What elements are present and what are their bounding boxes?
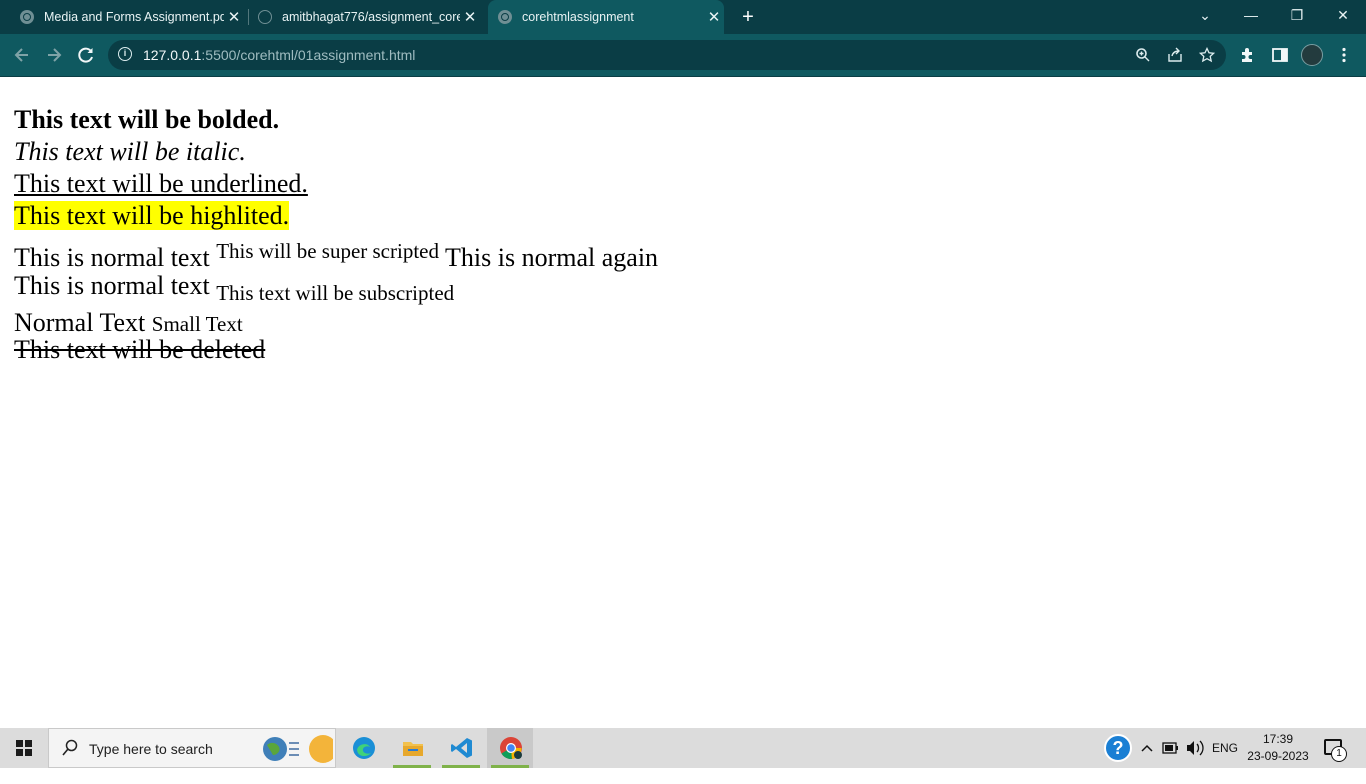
tab-label: Media and Forms Assignment.pd	[44, 10, 224, 24]
edge-taskbar-button[interactable]	[340, 728, 386, 768]
deleted-line: This text will be deleted	[14, 334, 658, 366]
deleted-text: This text will be deleted	[14, 335, 266, 364]
profile-avatar[interactable]	[1301, 44, 1323, 66]
volume-icon[interactable]	[1185, 728, 1205, 768]
edge-icon	[353, 737, 375, 759]
tab-github[interactable]: amitbhagat776/assignment_core ✕	[258, 0, 480, 34]
reload-icon[interactable]	[75, 44, 97, 66]
forward-icon[interactable]	[43, 44, 65, 66]
close-icon[interactable]: ✕	[460, 8, 480, 26]
date: 23-09-2023	[1247, 749, 1309, 763]
tab-media-forms[interactable]: Media and Forms Assignment.pd ✕	[20, 0, 244, 34]
battery-icon[interactable]	[1161, 728, 1179, 768]
search-icon	[62, 739, 78, 762]
highlighted-text: This text will be highlited.	[14, 201, 290, 230]
bolded-text: This text will be bolded.	[14, 105, 280, 134]
search-placeholder: Type here to search	[89, 741, 213, 757]
github-icon	[258, 10, 272, 24]
subscript-line: This is normal text This text will be su…	[14, 270, 658, 305]
url-text[interactable]: 127.0.0.1:5500/corehtml/01assignment.htm…	[143, 40, 415, 70]
subscript-text: This text will be subscripted	[216, 281, 455, 305]
time: 17:39	[1262, 732, 1294, 746]
file-explorer-taskbar-button[interactable]	[389, 728, 435, 768]
page-content: This text will be bolded. This text will…	[14, 104, 658, 366]
underlined-line: This text will be underlined.	[14, 168, 658, 200]
site-info-icon[interactable]: i	[118, 47, 132, 61]
tab-search-icon[interactable]: ⌄	[1182, 0, 1228, 30]
close-icon[interactable]: ✕	[704, 8, 724, 26]
windows-start-icon[interactable]	[16, 740, 32, 756]
normal-text: This is normal text	[14, 271, 210, 300]
notification-count-badge: 1	[1331, 746, 1347, 762]
superscript-line: This is normal text This will be super s…	[14, 232, 659, 272]
help-icon[interactable]: ?	[1104, 734, 1132, 762]
highlighted-line: This text will be highlited.	[14, 200, 658, 232]
close-window-button[interactable]: ✕	[1320, 0, 1366, 30]
tab-separator	[248, 9, 249, 25]
normal-text: This is normal text	[14, 243, 210, 272]
chrome-icon	[500, 737, 522, 760]
file-explorer-icon	[403, 742, 423, 756]
globe-icon	[20, 10, 34, 24]
zoom-icon[interactable]	[1135, 47, 1151, 63]
close-icon[interactable]: ✕	[224, 8, 244, 26]
tab-label: amitbhagat776/assignment_core	[282, 10, 460, 24]
vscode-icon	[451, 738, 472, 758]
bookmark-star-icon[interactable]	[1198, 46, 1216, 63]
extensions-icon[interactable]	[1239, 46, 1257, 64]
toolbar-divider	[0, 76, 1366, 77]
normal-text: Normal Text	[14, 308, 146, 337]
browser-toolbar: i 127.0.0.1:5500/corehtml/01assignment.h…	[0, 34, 1366, 76]
underlined-text: This text will be underlined.	[14, 169, 308, 198]
tab-corehtmlassignment[interactable]: corehtmlassignment ✕	[488, 0, 724, 34]
chevron-up-icon[interactable]	[1140, 728, 1154, 768]
back-icon[interactable]	[11, 44, 33, 66]
tab-strip: Media and Forms Assignment.pd ✕ amitbhag…	[0, 0, 1366, 34]
share-icon[interactable]	[1167, 47, 1183, 63]
clock[interactable]: 17:39 23-09-2023	[1244, 731, 1312, 765]
small-text: Small Text	[151, 312, 243, 336]
language-indicator[interactable]: ENG	[1212, 728, 1238, 768]
address-bar[interactable]: i 127.0.0.1:5500/corehtml/01assignment.h…	[108, 40, 1226, 70]
side-panel-icon[interactable]	[1271, 46, 1289, 64]
italic-text: This text will be italic.	[14, 137, 246, 166]
taskbar-search[interactable]: Type here to search	[48, 728, 337, 768]
chrome-taskbar-button[interactable]	[487, 728, 533, 768]
restore-button[interactable]: ❐	[1274, 0, 1320, 30]
vscode-taskbar-button[interactable]	[438, 728, 484, 768]
new-tab-button[interactable]: +	[737, 4, 759, 30]
taskbar: Type here to search ? ENG 17:39 23-09-20…	[0, 728, 1366, 768]
menu-icon[interactable]	[1335, 46, 1353, 64]
minimize-button[interactable]: —	[1228, 0, 1274, 30]
superscript-text: This will be super scripted	[216, 239, 439, 263]
normal-again-text: This is normal again	[445, 243, 659, 272]
search-highlight-icon	[261, 733, 337, 765]
globe-icon	[498, 10, 512, 24]
tab-label: corehtmlassignment	[522, 10, 634, 24]
